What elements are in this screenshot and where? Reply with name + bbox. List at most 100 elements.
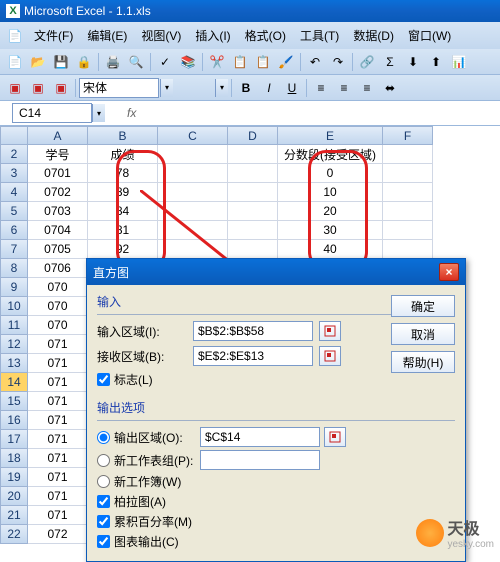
cell[interactable]: 40 xyxy=(278,240,383,259)
pdf-icon[interactable]: ▣ xyxy=(27,77,49,98)
chart-icon[interactable]: 📊 xyxy=(448,51,470,72)
cell[interactable] xyxy=(383,145,433,164)
autosum-icon[interactable]: Σ xyxy=(379,51,401,72)
research-icon[interactable]: 📚 xyxy=(177,51,199,72)
cell[interactable]: 070 xyxy=(28,316,88,335)
menu-data[interactable]: 数据(D) xyxy=(347,25,400,46)
cell[interactable]: 81 xyxy=(88,221,158,240)
fx-label[interactable]: fx xyxy=(127,106,136,120)
cell[interactable]: 070 xyxy=(28,297,88,316)
output-range-field[interactable] xyxy=(200,427,320,447)
cell[interactable]: 071 xyxy=(28,392,88,411)
input-range-field[interactable] xyxy=(193,321,313,341)
col-header[interactable]: B xyxy=(88,126,158,145)
cell[interactable]: 071 xyxy=(28,373,88,392)
cell[interactable]: 10 xyxy=(278,183,383,202)
row-header[interactable]: 21 xyxy=(0,506,28,525)
cell[interactable] xyxy=(158,183,228,202)
pdf-icon[interactable]: ▣ xyxy=(50,77,72,98)
row-header[interactable]: 10 xyxy=(0,297,28,316)
cell[interactable]: 071 xyxy=(28,354,88,373)
cell[interactable]: 070 xyxy=(28,278,88,297)
undo-icon[interactable]: ↶ xyxy=(304,51,326,72)
cell[interactable]: 071 xyxy=(28,449,88,468)
menu-tools[interactable]: 工具(T) xyxy=(294,25,345,46)
paste-icon[interactable]: 📋 xyxy=(252,51,274,72)
underline-icon[interactable]: U xyxy=(281,77,303,98)
row-header[interactable]: 14 xyxy=(0,373,28,392)
range-picker-icon[interactable] xyxy=(324,427,346,447)
ok-button[interactable]: 确定 xyxy=(391,295,455,317)
new-book-radio[interactable] xyxy=(97,475,110,488)
cell[interactable]: 071 xyxy=(28,468,88,487)
cell[interactable] xyxy=(383,221,433,240)
row-header[interactable]: 22 xyxy=(0,525,28,544)
cell[interactable]: 071 xyxy=(28,487,88,506)
align-center-icon[interactable]: ≡ xyxy=(333,77,355,98)
cell[interactable]: 0702 xyxy=(28,183,88,202)
cell[interactable] xyxy=(228,145,278,164)
row-header[interactable]: 15 xyxy=(0,392,28,411)
cell[interactable]: 学号 xyxy=(28,145,88,164)
app-menu-icon[interactable]: 📄 xyxy=(4,25,26,46)
cell[interactable]: 78 xyxy=(88,164,158,183)
cell[interactable] xyxy=(228,240,278,259)
menu-file[interactable]: 文件(F) xyxy=(28,25,79,46)
chevron-down-icon[interactable]: ▾ xyxy=(92,104,105,122)
cell[interactable] xyxy=(158,202,228,221)
cell[interactable]: 0701 xyxy=(28,164,88,183)
hyperlink-icon[interactable]: 🔗 xyxy=(356,51,378,72)
cut-icon[interactable]: ✂️ xyxy=(206,51,228,72)
redo-icon[interactable]: ↷ xyxy=(327,51,349,72)
align-left-icon[interactable]: ≡ xyxy=(310,77,332,98)
format-painter-icon[interactable]: 🖌️ xyxy=(275,51,297,72)
row-header[interactable]: 20 xyxy=(0,487,28,506)
row-header[interactable]: 17 xyxy=(0,430,28,449)
cell[interactable]: 30 xyxy=(278,221,383,240)
cell[interactable] xyxy=(228,183,278,202)
cell[interactable] xyxy=(158,145,228,164)
cell[interactable] xyxy=(228,202,278,221)
chevron-down-icon[interactable]: ▾ xyxy=(160,79,173,97)
col-header[interactable]: D xyxy=(228,126,278,145)
cell[interactable]: 分数段(接受区域) xyxy=(278,145,383,164)
cell[interactable]: 成绩 xyxy=(88,145,158,164)
menu-view[interactable]: 视图(V) xyxy=(135,25,187,46)
cell[interactable]: 071 xyxy=(28,506,88,525)
bold-icon[interactable]: B xyxy=(235,77,257,98)
col-header[interactable]: E xyxy=(278,126,383,145)
bin-range-field[interactable] xyxy=(193,346,313,366)
dialog-titlebar[interactable]: 直方图 × xyxy=(87,259,465,285)
new-sheet-radio[interactable] xyxy=(97,454,110,467)
row-header[interactable]: 5 xyxy=(0,202,28,221)
cumulative-checkbox[interactable] xyxy=(97,515,110,528)
align-right-icon[interactable]: ≡ xyxy=(356,77,378,98)
save-icon[interactable]: 💾 xyxy=(50,51,72,72)
row-header[interactable]: 11 xyxy=(0,316,28,335)
row-header[interactable]: 6 xyxy=(0,221,28,240)
menu-edit[interactable]: 编辑(E) xyxy=(81,25,133,46)
preview-icon[interactable]: 🔍 xyxy=(125,51,147,72)
col-header[interactable]: C xyxy=(158,126,228,145)
permission-icon[interactable]: 🔒 xyxy=(73,51,95,72)
cell[interactable]: 071 xyxy=(28,335,88,354)
cell[interactable] xyxy=(158,164,228,183)
cell[interactable] xyxy=(383,240,433,259)
cell[interactable]: 20 xyxy=(278,202,383,221)
row-header[interactable]: 12 xyxy=(0,335,28,354)
help-button[interactable]: 帮助(H) xyxy=(391,351,455,373)
sort-asc-icon[interactable]: ⬇ xyxy=(402,51,424,72)
cell[interactable] xyxy=(383,164,433,183)
range-picker-icon[interactable] xyxy=(319,346,341,366)
copy-icon[interactable]: 📋 xyxy=(229,51,251,72)
font-name-box[interactable]: 宋体 xyxy=(79,78,159,98)
cell[interactable]: 071 xyxy=(28,430,88,449)
row-header[interactable]: 19 xyxy=(0,468,28,487)
cell[interactable] xyxy=(383,202,433,221)
cell[interactable]: 89 xyxy=(88,183,158,202)
close-icon[interactable]: × xyxy=(439,263,459,281)
formula-input[interactable] xyxy=(140,104,498,122)
row-header[interactable]: 18 xyxy=(0,449,28,468)
cell[interactable]: 0704 xyxy=(28,221,88,240)
range-picker-icon[interactable] xyxy=(319,321,341,341)
